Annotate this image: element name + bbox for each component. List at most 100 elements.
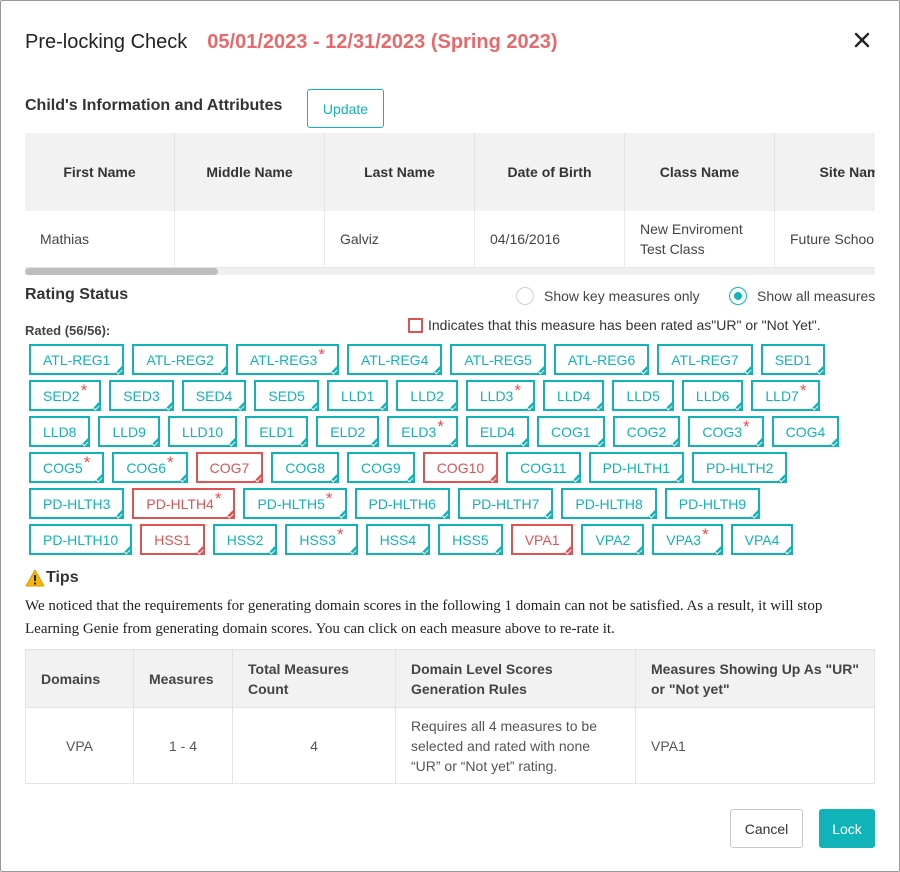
close-button[interactable] [851, 29, 873, 51]
cell-domain: VPA [25, 707, 134, 784]
measure-chip-label: PD-HLTH5 [257, 495, 325, 512]
col-total-count: Total Measures Count [232, 649, 396, 708]
measure-chip-hss3[interactable]: HSS3 * [285, 524, 358, 555]
measure-chip-pd-hlth6[interactable]: PD-HLTH6 [354, 488, 450, 519]
measure-chip-sed3[interactable]: SED3 [109, 380, 174, 411]
measure-chip-hss2[interactable]: HSS2 [212, 524, 278, 555]
scrollbar-thumb[interactable] [25, 268, 218, 275]
measure-chip-sed2[interactable]: SED2 * [29, 380, 102, 411]
measure-chip-hss4[interactable]: HSS4 [365, 524, 431, 555]
measure-chip-cog5[interactable]: COG5 * [29, 452, 105, 483]
measure-chip-cog1[interactable]: COG1 [536, 416, 605, 447]
measure-chip-vpa3[interactable]: VPA3 * [652, 524, 723, 555]
cell-total-count: 4 [232, 707, 396, 784]
rated-count: Rated (56/56): [25, 323, 111, 338]
measure-chip-label: ATL-REG6 [567, 351, 636, 368]
measure-chip-eld2[interactable]: ELD2 [316, 416, 380, 447]
measure-chip-pd-hlth5[interactable]: PD-HLTH5 * [243, 488, 347, 519]
measure-chip-lld8[interactable]: LLD8 [29, 416, 91, 447]
measure-chip-atl-reg1[interactable]: ATL-REG1 [29, 344, 125, 375]
measure-chip-cog7[interactable]: COG7 [195, 452, 264, 483]
measure-chip-atl-reg7[interactable]: ATL-REG7 [657, 344, 753, 375]
measure-chip-label: PD-HLTH8 [575, 495, 643, 512]
radio-all-measures[interactable]: Show all measures [729, 287, 875, 305]
measure-chip-pd-hlth7[interactable]: PD-HLTH7 [457, 488, 554, 519]
measure-chip-label: LLD5 [626, 387, 660, 404]
measure-chip-eld4[interactable]: ELD4 [465, 416, 529, 447]
measure-chip-lld9[interactable]: LLD9 [98, 416, 160, 447]
measure-chip-cog6[interactable]: COG6 * [112, 452, 188, 483]
measure-chip-lld7[interactable]: LLD7 * [751, 380, 821, 411]
measure-chip-lld6[interactable]: LLD6 [681, 380, 744, 411]
checkmark-icon [595, 403, 603, 411]
measure-chip-sed5[interactable]: SED5 [254, 380, 319, 411]
measure-chip-atl-reg3[interactable]: ATL-REG3 * [235, 344, 339, 375]
checkmark-icon [744, 367, 752, 375]
measure-chip-cog3[interactable]: COG3 * [688, 416, 764, 447]
measure-chip-eld1[interactable]: ELD1 [245, 416, 309, 447]
measure-chip-pd-hlth2[interactable]: PD-HLTH2 [692, 452, 788, 483]
measure-chip-cog9[interactable]: COG9 [347, 452, 415, 483]
measure-chip-atl-reg4[interactable]: ATL-REG4 [346, 344, 443, 375]
checkmark-icon [816, 367, 824, 375]
col-middle-name: Middle Name [175, 133, 325, 211]
checkmark-icon [778, 475, 786, 483]
checkmark-icon [449, 403, 457, 411]
measure-chip-cog8[interactable]: COG8 [271, 452, 339, 483]
asterisk-icon: * [702, 524, 709, 544]
measure-chip-pd-hlth3[interactable]: PD-HLTH3 [29, 488, 125, 519]
child-info-table: First Name Middle Name Last Name Date of… [25, 133, 875, 275]
measure-chip-label: COG10 [436, 459, 485, 476]
checkmark-icon [299, 439, 307, 447]
measure-chip-vpa1[interactable]: VPA1 [510, 524, 574, 555]
measure-chip-cog2[interactable]: COG2 [612, 416, 681, 447]
update-button[interactable]: Update [307, 89, 384, 128]
measure-chip-cog10[interactable]: COG10 [422, 452, 499, 483]
lock-button[interactable]: Lock [819, 809, 875, 848]
measure-chip-label: LLD4 [556, 387, 591, 404]
measure-chip-eld3[interactable]: ELD3 * [387, 416, 458, 447]
measure-chip-label: ELD2 [330, 423, 366, 440]
measure-chip-cog11[interactable]: COG11 [506, 452, 581, 483]
checkmark-icon [330, 475, 338, 483]
checkmark-icon [648, 511, 656, 519]
measure-chip-sed4[interactable]: SED4 [181, 380, 247, 411]
col-measures: Measures [133, 649, 233, 708]
measure-chip-pd-hlth1[interactable]: PD-HLTH1 [588, 452, 685, 483]
measure-chip-label: SED5 [268, 387, 305, 404]
measure-chip-pd-hlth4[interactable]: PD-HLTH4 * [132, 488, 236, 519]
measure-chip-lld10[interactable]: LLD10 [167, 416, 238, 447]
checkmark-icon [520, 439, 528, 447]
checkmark-icon [349, 547, 357, 555]
measure-chip-lld5[interactable]: LLD5 [612, 380, 674, 411]
measure-chip-pd-hlth9[interactable]: PD-HLTH9 [664, 488, 761, 519]
measure-chip-vpa4[interactable]: VPA4 [730, 524, 794, 555]
measure-chip-cog4[interactable]: COG4 [771, 416, 840, 447]
measure-chip-label: SED2 [43, 387, 80, 404]
checkmark-icon [714, 547, 722, 555]
measure-chip-lld1[interactable]: LLD1 [326, 380, 389, 411]
measure-chip-label: LLD3 [479, 387, 514, 404]
measure-chip-label: COG1 [550, 423, 591, 440]
measure-chip-atl-reg6[interactable]: ATL-REG6 [553, 344, 650, 375]
rating-status-title: Rating Status [25, 286, 129, 303]
measure-chip-label: COG7 [209, 459, 250, 476]
col-first-name: First Name [25, 133, 175, 211]
col-date-of-birth: Date of Birth [475, 133, 625, 211]
measure-chip-sed1[interactable]: SED1 [760, 344, 826, 375]
measure-chip-hss1[interactable]: HSS1 [140, 524, 205, 555]
measure-chip-label: VPA4 [744, 531, 780, 548]
measure-chip-lld4[interactable]: LLD4 [542, 380, 605, 411]
cancel-button[interactable]: Cancel [730, 809, 803, 848]
measure-chip-pd-hlth10[interactable]: PD-HLTH10 [29, 524, 133, 555]
measure-chip-lld2[interactable]: LLD2 [396, 380, 458, 411]
measure-chip-pd-hlth8[interactable]: PD-HLTH8 [561, 488, 657, 519]
measure-chip-atl-reg5[interactable]: ATL-REG5 [450, 344, 546, 375]
measure-chip-lld3[interactable]: LLD3 * [465, 380, 535, 411]
asterisk-icon: * [83, 452, 91, 472]
measure-chip-vpa2[interactable]: VPA2 [581, 524, 645, 555]
measure-chip-atl-reg2[interactable]: ATL-REG2 [132, 344, 228, 375]
measure-chip-hss5[interactable]: HSS5 [438, 524, 503, 555]
radio-key-measures[interactable]: Show key measures only [516, 287, 700, 305]
measure-chip-label: HSS4 [379, 531, 417, 548]
